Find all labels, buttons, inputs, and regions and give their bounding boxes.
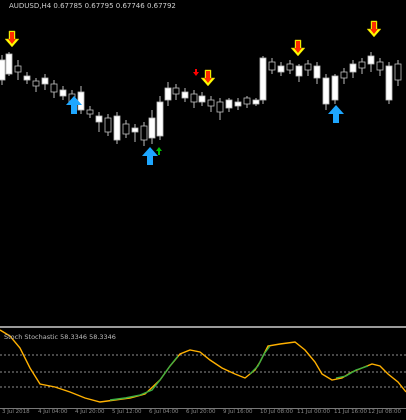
- candles: [0, 52, 402, 146]
- candle-body: [86, 109, 94, 115]
- candle-body: [113, 115, 121, 141]
- candle-body: [131, 127, 139, 133]
- candle-body: [304, 63, 312, 71]
- time-tick: 12 Jul 08:00: [368, 409, 401, 415]
- candle-body: [331, 75, 339, 101]
- candle-body: [313, 65, 321, 79]
- candle-body: [367, 55, 375, 65]
- candle-body: [50, 83, 58, 93]
- candle-body: [104, 117, 112, 133]
- time-tick: 4 Jul 20:00: [75, 409, 105, 415]
- arrow-down-icon: [4, 30, 20, 48]
- candle-body: [322, 77, 330, 105]
- candle-body: [32, 80, 40, 87]
- candle-body: [385, 65, 393, 101]
- candle-body: [277, 65, 285, 73]
- candle-body: [394, 63, 402, 81]
- price-chart-panel[interactable]: AUDUSD,H4 0.67785 0.67795 0.67746 0.6779…: [0, 0, 406, 325]
- candle-body: [95, 115, 103, 123]
- price-chart-svg: [0, 20, 402, 165]
- candle-body: [77, 91, 85, 111]
- stochastic-rising-segment-2: [249, 345, 271, 375]
- arrow-down-icon: [290, 39, 306, 57]
- candle-body: [286, 63, 294, 71]
- time-tick: 5 Jul 12:00: [112, 409, 142, 415]
- time-tick: 11 Jul 00:00: [297, 409, 330, 415]
- candle-body: [252, 99, 260, 105]
- candle-body: [156, 101, 164, 137]
- stochastic-rising-segment-1: [109, 355, 179, 401]
- time-tick: 11 Jul 16:00: [334, 409, 367, 415]
- candle-body: [23, 75, 31, 81]
- arrow-down-icon: [366, 20, 382, 38]
- signal-down-arrows: [4, 20, 382, 87]
- candle-body: [59, 89, 67, 97]
- candle-body: [268, 61, 276, 71]
- candle-body: [259, 57, 267, 101]
- candle-body: [243, 97, 251, 105]
- candle-body: [207, 99, 215, 107]
- candle-body: [122, 123, 130, 135]
- candle-body: [295, 65, 303, 77]
- candle-body: [216, 101, 224, 113]
- time-tick: 3 Jul 2018: [2, 409, 30, 415]
- candle-body: [376, 61, 384, 71]
- arrow-down-icon: [200, 69, 216, 87]
- stochastic-title: Stoch Stochastic 58.3346 58.3346: [4, 333, 116, 341]
- candle-body: [0, 59, 6, 81]
- candle-body: [234, 101, 242, 107]
- small-arrow-down-icon: [193, 69, 199, 76]
- candle-body: [181, 91, 189, 99]
- time-tick: 10 Jul 08:00: [260, 409, 293, 415]
- candle-body: [164, 87, 172, 101]
- arrow-up-icon: [328, 105, 344, 123]
- candle-body: [225, 99, 233, 109]
- time-tick: 9 Jul 16:00: [223, 409, 253, 415]
- candle-body: [5, 53, 13, 75]
- time-tick: 6 Jul 04:00: [149, 409, 179, 415]
- candle-body: [190, 93, 198, 103]
- candle-body: [349, 63, 357, 73]
- candle-body: [198, 95, 206, 103]
- candle-body: [140, 125, 148, 141]
- arrow-up-icon: [142, 147, 158, 165]
- time-tick: 6 Jul 20:00: [186, 409, 216, 415]
- time-axis: 3 Jul 2018 4 Jul 04:00 4 Jul 20:00 5 Jul…: [0, 408, 406, 420]
- candle-body: [172, 87, 180, 95]
- candle-body: [41, 77, 49, 85]
- time-tick: 4 Jul 04:00: [38, 409, 68, 415]
- candle-body: [14, 65, 22, 73]
- candle-body: [358, 61, 366, 69]
- small-arrow-up-icon: [156, 147, 162, 155]
- candle-body: [340, 71, 348, 79]
- candle-body: [148, 117, 156, 139]
